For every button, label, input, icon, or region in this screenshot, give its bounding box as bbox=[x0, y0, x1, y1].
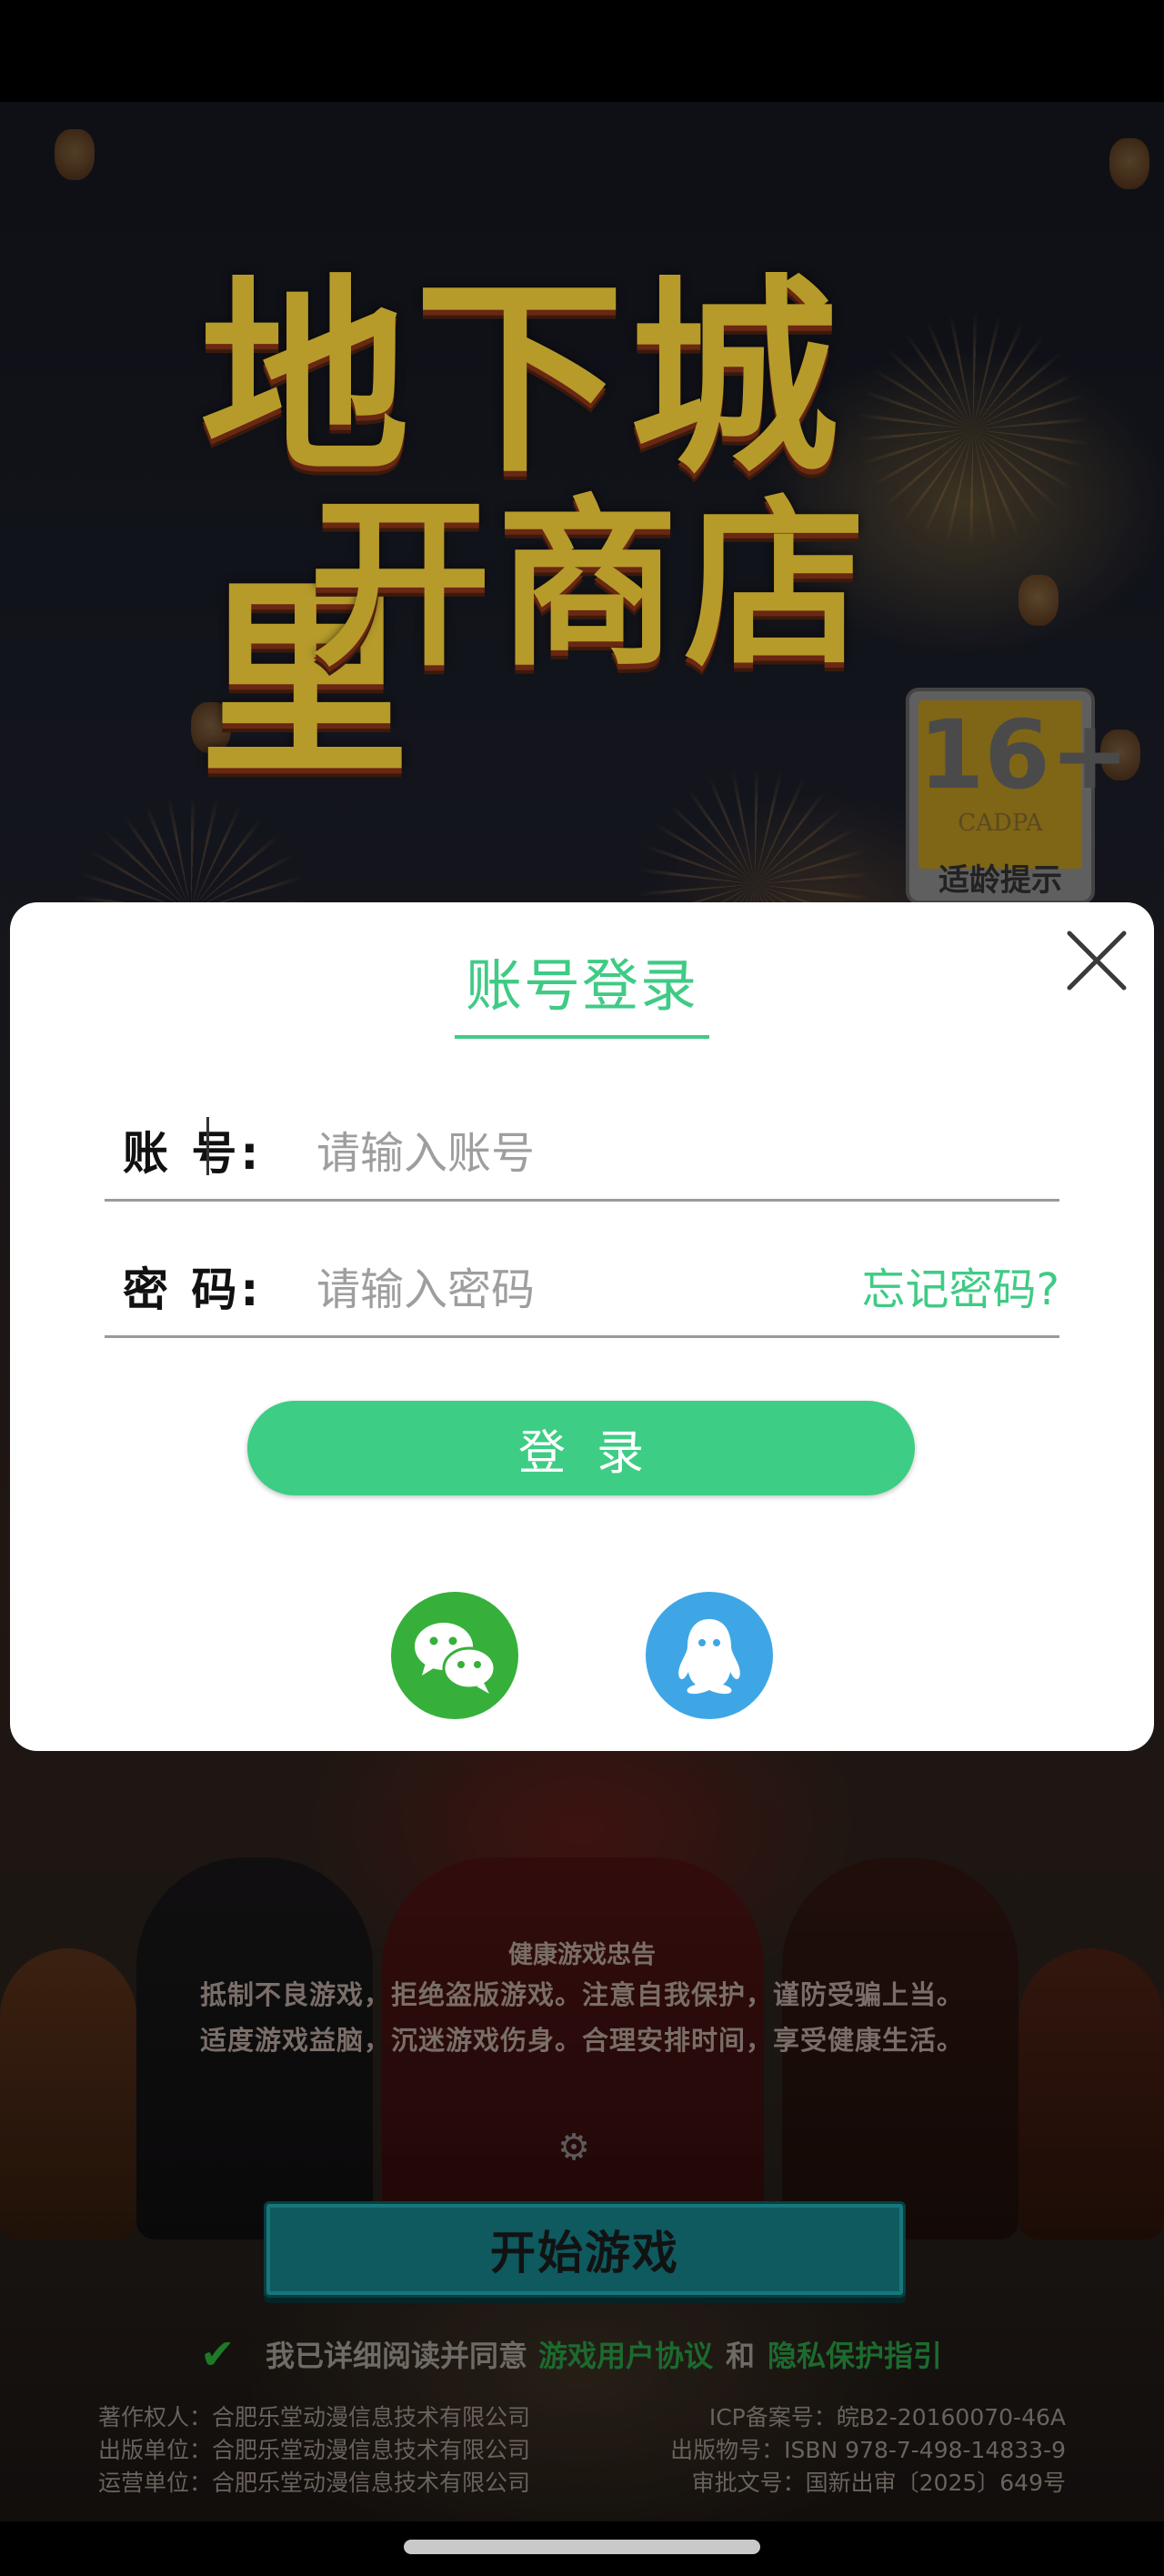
age-rating-inner: 16+ CADPA bbox=[918, 699, 1129, 869]
login-button[interactable]: 登录 bbox=[247, 1401, 915, 1495]
settings-gear-icon[interactable]: ⚙ bbox=[555, 2128, 593, 2167]
credit-icp: ICP备案号：皖B2-20160070-46A bbox=[708, 2404, 1066, 2430]
user-agreement-link[interactable]: 游戏用户协议 bbox=[538, 2333, 713, 2375]
account-field: 账 号: bbox=[105, 1108, 1059, 1202]
text-caret bbox=[206, 1117, 209, 1175]
health-notice-title: 健康游戏忠告 bbox=[508, 1941, 656, 1969]
agreement-and: 和 bbox=[726, 2339, 756, 2373]
password-label: 密 码: bbox=[123, 1263, 263, 1316]
password-input[interactable] bbox=[309, 1257, 826, 1323]
qq-login-button[interactable] bbox=[646, 1592, 773, 1719]
credit-publisher: 出版单位：合肥乐堂动漫信息技术有限公司 bbox=[98, 2437, 531, 2463]
credit-operator: 运营单位：合肥乐堂动漫信息技术有限公司 bbox=[98, 2470, 531, 2496]
start-game-button[interactable]: 开始游戏 bbox=[264, 2201, 906, 2298]
credits-right: ICP备案号：皖B2-20160070-46A 出版物号：ISBN 978-7-… bbox=[670, 2401, 1066, 2500]
password-field: 密 码: 忘记密码? bbox=[105, 1244, 1059, 1338]
agreement-row: ✔ 我已详细阅读并同意 游戏用户协议 和 隐私保护指引 bbox=[200, 2330, 942, 2378]
age-rating-number: 16+ bbox=[918, 699, 1129, 810]
home-indicator[interactable] bbox=[404, 2540, 760, 2554]
account-input[interactable] bbox=[309, 1121, 826, 1186]
age-rating-tip: 适龄提示 bbox=[938, 862, 1062, 899]
wechat-icon bbox=[391, 1592, 518, 1719]
title-underline bbox=[455, 1035, 709, 1039]
health-notice: 健康游戏忠告 抵制不良游戏，拒绝盗版游戏。注意自我保护，谨防受骗上当。 适度游戏… bbox=[0, 1939, 1164, 2063]
agreement-prefix: 我已详细阅读并同意 bbox=[266, 2339, 528, 2373]
agreement-checkbox-icon[interactable]: ✔ bbox=[200, 2333, 242, 2375]
age-rating-badge: 16+ CADPA 适龄提示 bbox=[909, 691, 1129, 901]
credits-left: 著作权人：合肥乐堂动漫信息技术有限公司 出版单位：合肥乐堂动漫信息技术有限公司 … bbox=[98, 2401, 530, 2500]
credit-isbn: 出版物号：ISBN 978-7-498-14833-9 bbox=[670, 2437, 1066, 2463]
privacy-policy-link[interactable]: 隐私保护指引 bbox=[768, 2333, 942, 2375]
qq-icon bbox=[646, 1592, 773, 1719]
credit-copyright: 著作权人：合肥乐堂动漫信息技术有限公司 bbox=[98, 2404, 531, 2430]
dialog-title: 账号登录 bbox=[465, 952, 698, 1019]
account-label: 账 号: bbox=[123, 1127, 263, 1180]
age-rating-org: CADPA bbox=[958, 810, 1043, 837]
game-title-line2: 开商店 bbox=[309, 479, 872, 691]
forgot-password-link[interactable]: 忘记密码? bbox=[862, 1263, 1059, 1317]
health-notice-line: 抵制不良游戏，拒绝盗版游戏。注意自我保护，谨防受骗上当。 bbox=[199, 1979, 964, 2010]
wechat-login-button[interactable] bbox=[391, 1592, 518, 1719]
game-logo: 地下城里 开商店 bbox=[200, 209, 982, 804]
health-notice-line: 适度游戏益脑，沉迷游戏伤身。合理安排时间，享受健康生活。 bbox=[199, 2025, 964, 2056]
screen: 地下城里 开商店 16+ CADPA 适龄提示 健康游戏忠告 抵制不良游戏，拒绝… bbox=[0, 0, 1164, 2576]
credit-approval: 审批文号：国新出审〔2025〕649号 bbox=[691, 2470, 1066, 2496]
